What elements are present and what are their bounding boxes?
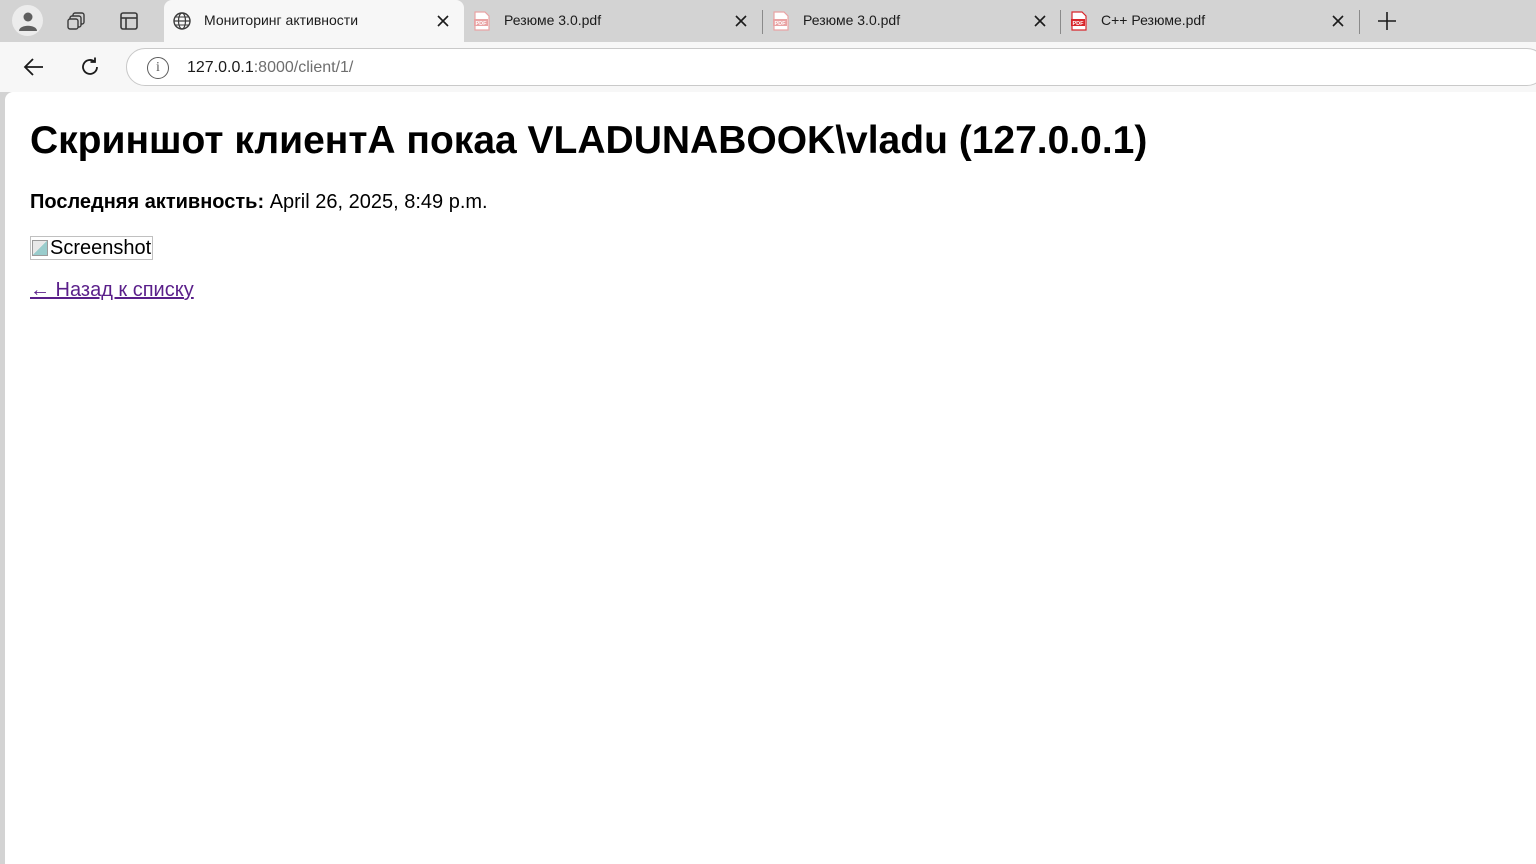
tab-resume-1[interactable]: PDF Резюме 3.0.pdf	[464, 0, 762, 42]
url-host: 127.0.0.1	[187, 59, 254, 76]
workspaces-icon	[67, 12, 85, 30]
url-path: :8000/client/1/	[253, 59, 354, 76]
screenshot-image: Screenshot	[30, 236, 154, 260]
tab-title: C++ Резюме.pdf	[1101, 12, 1206, 28]
tab-monitoring[interactable]: Мониторинг активности	[164, 0, 464, 42]
last-activity-label: Последняя активность:	[30, 191, 265, 213]
tab-title: Резюме 3.0.pdf	[803, 12, 901, 28]
tab-resume-2[interactable]: PDF Резюме 3.0.pdf	[763, 0, 1061, 42]
info-icon[interactable]: i	[147, 57, 169, 79]
broken-image-icon	[32, 240, 48, 256]
browser-toolbar: i 127.0.0.1:8000/client/1/	[0, 42, 1536, 92]
close-icon[interactable]	[1031, 12, 1049, 30]
workspaces-button[interactable]	[62, 6, 92, 36]
new-tab-button[interactable]	[1372, 6, 1402, 36]
profile-avatar[interactable]	[12, 5, 43, 36]
tab-title: Резюме 3.0.pdf	[504, 12, 602, 28]
svg-text:PDF: PDF	[1073, 21, 1085, 27]
last-activity-value: April 26, 2025, 8:49 p.m.	[269, 191, 488, 213]
address-bar[interactable]: i 127.0.0.1:8000/client/1/	[126, 48, 1536, 86]
back-button[interactable]	[19, 52, 49, 82]
tab-title: Мониторинг активности	[204, 12, 359, 28]
svg-text:PDF: PDF	[775, 21, 787, 27]
pdf-icon: PDF	[771, 11, 791, 31]
refresh-button[interactable]	[75, 52, 105, 82]
plus-icon	[1378, 12, 1396, 30]
page-viewport: Скриншот клиентА покаа VLADUNABOOK\vladu…	[5, 92, 1536, 864]
url-text[interactable]: 127.0.0.1:8000/client/1/	[187, 59, 353, 77]
arrow-left-icon	[23, 58, 43, 76]
last-activity: Последняя активность: April 26, 2025, 8:…	[30, 191, 488, 214]
globe-icon	[172, 11, 192, 31]
close-icon[interactable]	[1329, 12, 1347, 30]
back-to-list-link[interactable]: ← Назад к списку	[30, 279, 194, 302]
tab-strip: Мониторинг активности PDF Резюме 3.0.pdf…	[0, 0, 1536, 42]
svg-text:PDF: PDF	[476, 21, 488, 27]
close-icon[interactable]	[434, 12, 452, 30]
image-alt-text: Screenshot	[50, 236, 152, 259]
tab-cpp-resume[interactable]: PDF C++ Резюме.pdf	[1061, 0, 1359, 42]
page-title: Скриншот клиентА покаа VLADUNABOOK\vladu…	[30, 119, 1148, 162]
pdf-icon: PDF	[1069, 11, 1089, 31]
refresh-icon	[82, 57, 98, 75]
tab-separator	[1359, 10, 1360, 34]
person-icon	[18, 12, 37, 31]
pdf-icon: PDF	[472, 11, 492, 31]
tab-actions-button[interactable]	[114, 6, 144, 36]
tab-actions-icon	[120, 12, 138, 30]
close-icon[interactable]	[732, 12, 750, 30]
